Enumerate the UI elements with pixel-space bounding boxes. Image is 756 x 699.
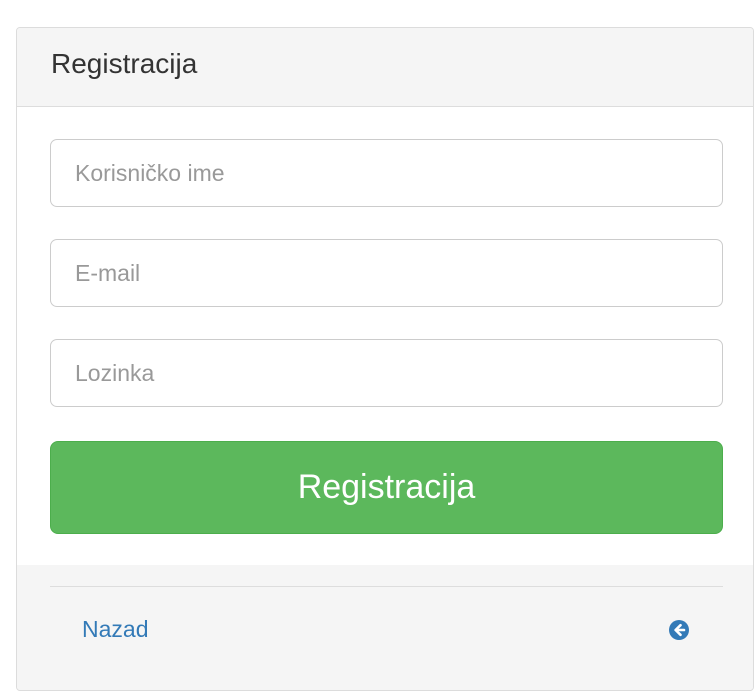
registration-form — [50, 139, 723, 439]
registration-panel: Registracija Registracija Nazad — [16, 27, 754, 691]
password-input[interactable] — [50, 339, 723, 407]
email-input[interactable] — [50, 239, 723, 307]
username-input[interactable] — [50, 139, 723, 207]
circle-arrow-left-icon[interactable] — [668, 619, 690, 641]
footer-divider — [50, 586, 723, 587]
panel-title: Registracija — [51, 48, 198, 79]
panel-heading: Registracija — [17, 28, 753, 107]
back-link[interactable]: Nazad — [82, 616, 148, 643]
panel-footer: Nazad — [17, 565, 753, 690]
register-button[interactable]: Registracija — [50, 441, 723, 534]
